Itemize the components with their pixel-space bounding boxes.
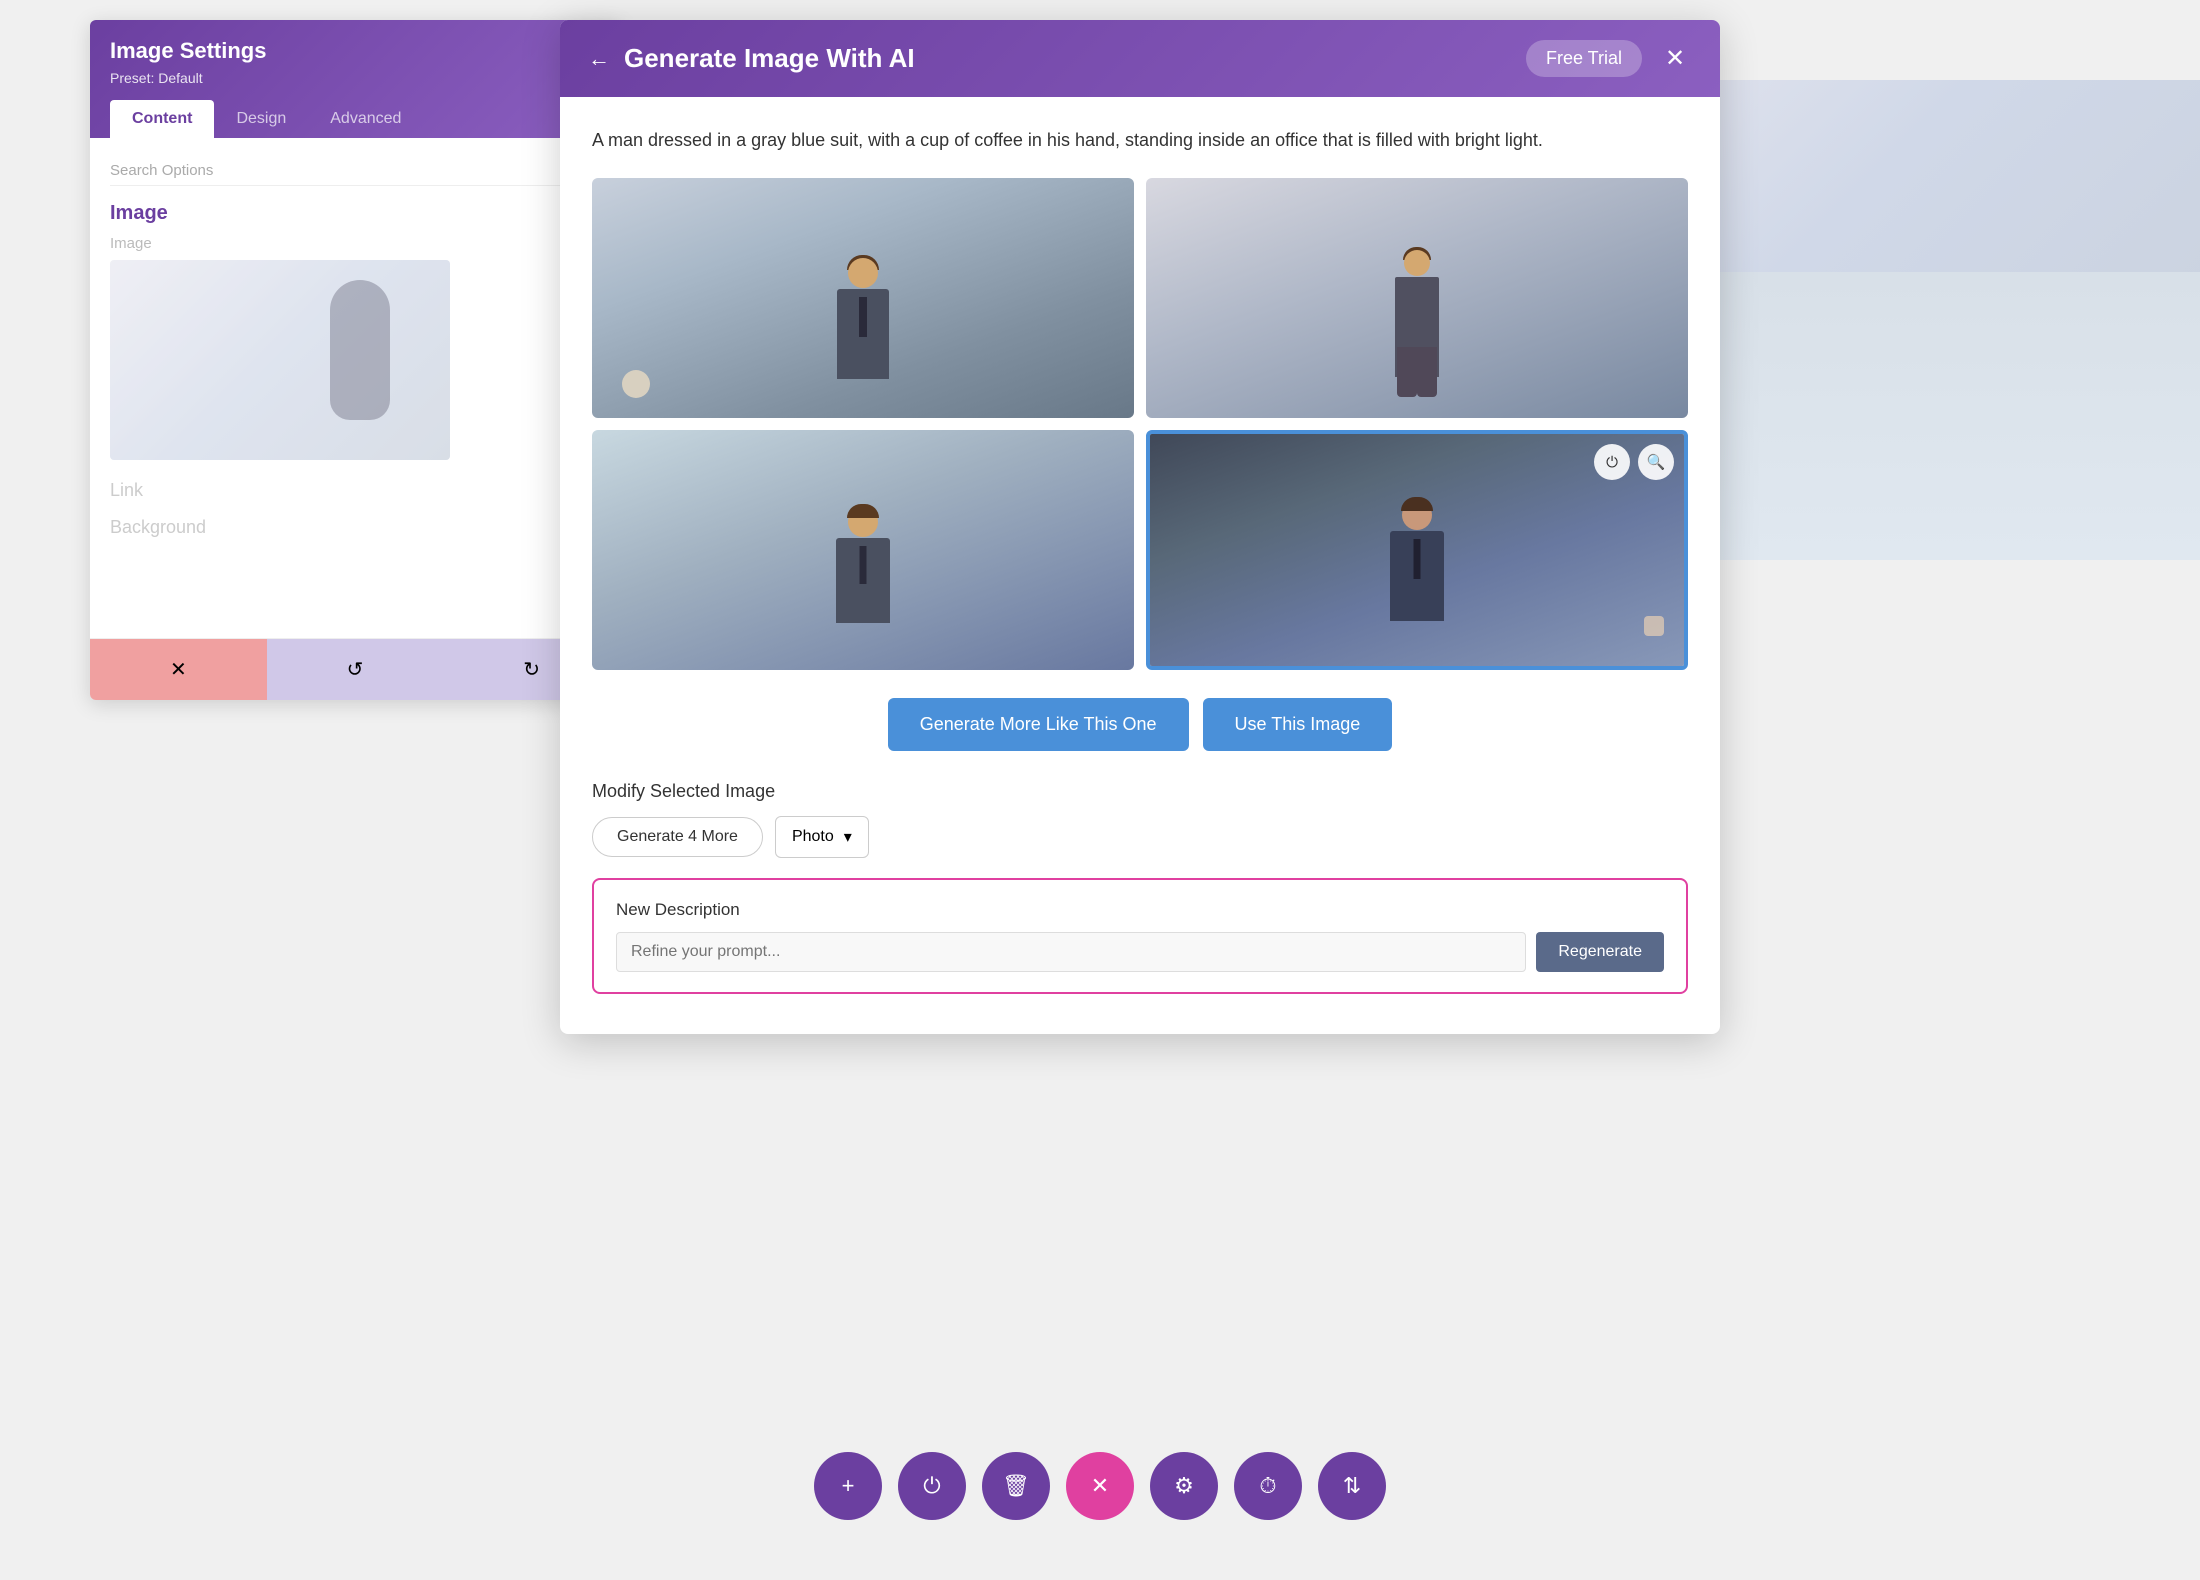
grid-image-1[interactable]: [592, 178, 1134, 418]
use-image-button[interactable]: Use This Image: [1203, 698, 1393, 751]
trash-icon: 🗑: [1002, 1473, 1030, 1499]
search-options[interactable]: Search Options: [110, 156, 600, 186]
modal-header-right: Free Trial ✕: [1526, 40, 1692, 77]
chevron-down-icon: ▾: [844, 827, 852, 847]
modal-body: A man dressed in a gray blue suit, with …: [560, 97, 1720, 1034]
image-placeholder-4: ⏻ 🔍: [1150, 434, 1684, 666]
overlay-icons: ⏻ 🔍: [1594, 444, 1674, 480]
power-icon: ⏻: [923, 1473, 940, 1499]
prompt-text: A man dressed in a gray blue suit, with …: [592, 127, 1688, 154]
undo-icon: ↺: [347, 657, 364, 682]
panel-body: Search Options Image Image Link Backgrou…: [90, 138, 620, 638]
new-description-title: New Description: [616, 900, 1664, 920]
generate-more-button[interactable]: Generate More Like This One: [888, 698, 1189, 751]
close-button[interactable]: ✕: [1658, 42, 1692, 76]
style-select[interactable]: Photo ▾: [775, 816, 869, 858]
image-placeholder-3: [592, 430, 1134, 670]
zoom-overlay-icon[interactable]: 🔍: [1638, 444, 1674, 480]
link-section: Link: [110, 480, 600, 501]
panel-header: Image Settings ⚙ Preset: Default Content…: [90, 20, 620, 138]
toolbar-layers-button[interactable]: ⇅: [1318, 1452, 1386, 1520]
panel-title: Image Settings: [110, 38, 266, 64]
toolbar-power-button[interactable]: ⏻: [898, 1452, 966, 1520]
field-image-label: Image: [110, 235, 600, 252]
desc-input-row: Regenerate: [616, 932, 1664, 972]
back-arrow-icon[interactable]: ←: [588, 46, 610, 72]
refine-prompt-input[interactable]: [616, 932, 1526, 972]
grid-image-4[interactable]: ⏻ 🔍: [1146, 430, 1688, 670]
modify-title: Modify Selected Image: [592, 781, 1688, 802]
delete-icon: ✕: [170, 657, 187, 682]
toolbar-delete-button[interactable]: 🗑: [982, 1452, 1050, 1520]
section-image-title: Image: [110, 202, 600, 225]
toolbar-add-button[interactable]: +: [814, 1452, 882, 1520]
grid-image-3[interactable]: [592, 430, 1134, 670]
image-settings-panel: Image Settings ⚙ Preset: Default Content…: [90, 20, 620, 700]
link-label: Link: [110, 480, 600, 501]
layers-icon: ⇅: [1343, 1473, 1361, 1499]
free-trial-badge[interactable]: Free Trial: [1526, 40, 1642, 77]
modal-header: ← Generate Image With AI Free Trial ✕: [560, 20, 1720, 97]
image-placeholder-2: [1146, 178, 1688, 418]
image-grid: ⏻ 🔍: [592, 178, 1688, 670]
plus-icon: +: [842, 1473, 855, 1499]
delete-button[interactable]: ✕: [90, 639, 267, 700]
image-placeholder-1: [592, 178, 1134, 418]
power-overlay-icon[interactable]: ⏻: [1594, 444, 1630, 480]
gear-icon: ⚙: [1174, 1473, 1194, 1499]
tab-design[interactable]: Design: [214, 100, 308, 138]
undo-button[interactable]: ↺: [267, 639, 444, 700]
modal-header-left: ← Generate Image With AI: [588, 43, 915, 74]
close-icon: ✕: [1091, 1473, 1109, 1499]
tab-content[interactable]: Content: [110, 100, 214, 138]
modify-controls: Generate 4 More Photo ▾: [592, 816, 1688, 858]
panel-preset[interactable]: Preset: Default: [110, 70, 600, 86]
modal-title: Generate Image With AI: [624, 43, 915, 74]
regenerate-button[interactable]: Regenerate: [1536, 932, 1664, 972]
toolbar-history-button[interactable]: ⏱: [1234, 1452, 1302, 1520]
background-section: Background: [110, 517, 600, 538]
style-select-label: Photo: [792, 828, 834, 846]
background-label: Background: [110, 517, 600, 538]
image-preview-box[interactable]: [110, 260, 450, 460]
bottom-toolbar: + ⏻ 🗑 ✕ ⚙ ⏱ ⇅: [814, 1452, 1386, 1520]
toolbar-close-button[interactable]: ✕: [1066, 1452, 1134, 1520]
tab-advanced[interactable]: Advanced: [308, 100, 423, 138]
action-buttons: Generate More Like This One Use This Ima…: [592, 698, 1688, 751]
ai-modal: ← Generate Image With AI Free Trial ✕ A …: [560, 20, 1720, 1034]
new-description-section: New Description Regenerate: [592, 878, 1688, 994]
panel-tabs: Content Design Advanced: [110, 100, 600, 138]
generate-4-more-button[interactable]: Generate 4 More: [592, 817, 763, 857]
modify-section: Modify Selected Image Generate 4 More Ph…: [592, 781, 1688, 858]
person-silhouette: [330, 280, 390, 420]
panel-actions: ✕ ↺ ↻: [90, 638, 620, 700]
redo-icon: ↻: [523, 657, 540, 682]
clock-icon: ⏱: [1259, 1473, 1276, 1499]
toolbar-settings-button[interactable]: ⚙: [1150, 1452, 1218, 1520]
grid-image-2[interactable]: [1146, 178, 1688, 418]
